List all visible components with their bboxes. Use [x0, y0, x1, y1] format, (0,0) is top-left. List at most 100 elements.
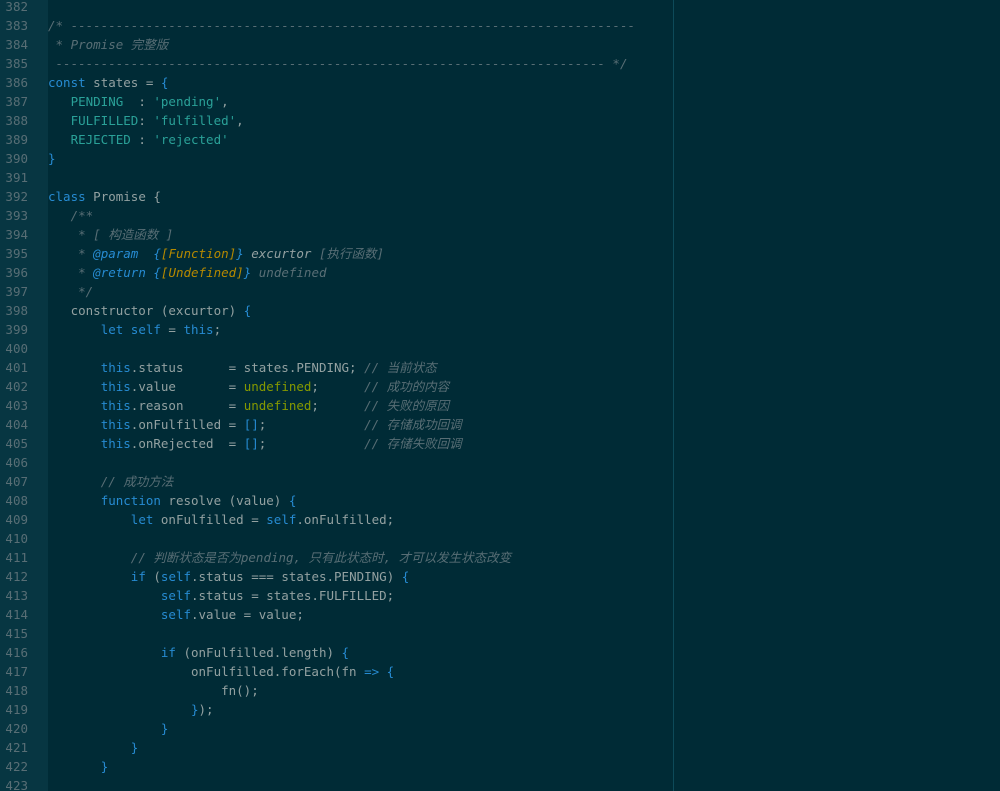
code-text[interactable]: // 判断状态是否为pending, 只有此状态时, 才可以发生状态改变 — [48, 548, 511, 567]
code-text[interactable]: this.status = states.PENDING; // 当前状态 — [48, 358, 437, 377]
line-number: 418 — [5, 683, 28, 698]
code-line[interactable]: 388 FULFILLED: 'fulfilled', — [0, 111, 1000, 130]
code-text[interactable]: this.reason = undefined; // 失败的原因 — [48, 396, 450, 415]
code-token-string: 'fulfilled' — [153, 113, 237, 128]
code-line[interactable]: 420 } — [0, 719, 1000, 738]
code-line[interactable]: 418 fn(); — [0, 681, 1000, 700]
code-text[interactable]: this.onRejected = []; // 存储失败回调 — [48, 434, 462, 453]
code-line[interactable]: 385 ------------------------------------… — [0, 54, 1000, 73]
line-number: 397 — [5, 284, 28, 299]
code-lines[interactable]: 382 383 /* -------------------------------… — [0, 0, 1000, 791]
code-text[interactable]: }); — [48, 700, 214, 719]
code-text[interactable]: let onFulfilled = self.onFulfilled; — [48, 510, 394, 529]
code-line[interactable]: 404 this.onFulfilled = []; // 存储成功回调 — [0, 415, 1000, 434]
code-line[interactable]: 406 — [0, 453, 1000, 472]
code-text[interactable]: /** — [48, 206, 94, 225]
code-line[interactable]: 382 — [0, 0, 1000, 16]
code-line[interactable]: 389 REJECTED : 'rejected' — [0, 130, 1000, 149]
code-line[interactable]: 419 }); — [0, 700, 1000, 719]
code-text[interactable]: * [ 构造函数 ] — [48, 225, 173, 244]
code-text[interactable]: function resolve (value) { — [48, 491, 297, 510]
code-text[interactable]: * Promise 完整版 — [48, 35, 169, 54]
code-text[interactable]: let self = this; — [48, 320, 221, 339]
code-line[interactable]: 386 const states = { — [0, 73, 1000, 92]
code-line[interactable]: 408 function resolve (value) { — [0, 491, 1000, 510]
code-token-plain: , — [221, 94, 229, 109]
code-line[interactable]: 410 — [0, 529, 1000, 548]
code-text[interactable]: if (self.status === states.PENDING) { — [48, 567, 409, 586]
code-text[interactable]: FULFILLED: 'fulfilled', — [48, 111, 244, 130]
code-token-plain: ; — [258, 436, 365, 451]
code-text[interactable]: } — [48, 757, 109, 776]
code-line[interactable]: 417 onFulfilled.forEach(fn => { — [0, 662, 1000, 681]
code-token-keyword: this — [100, 436, 131, 451]
code-line[interactable]: 414 self.value = value; — [0, 605, 1000, 624]
code-line[interactable]: 392 class Promise { — [0, 187, 1000, 206]
code-line[interactable]: 396 * @return {[Undefined]} undefined — [0, 263, 1000, 282]
code-line[interactable]: 423 — [0, 776, 1000, 791]
code-text[interactable]: * @param {[Function]} excurtor [执行函数] — [48, 244, 384, 263]
code-line[interactable]: 413 self.status = states.FULFILLED; — [0, 586, 1000, 605]
code-text[interactable]: const states = { — [48, 73, 168, 92]
code-line[interactable]: 402 this.value = undefined; // 成功的内容 — [0, 377, 1000, 396]
code-text[interactable]: class Promise { — [48, 187, 161, 206]
code-token-plain: .status === states.PENDING) — [191, 569, 402, 584]
code-line[interactable]: 399 let self = this; — [0, 320, 1000, 339]
code-token-keyword: self — [160, 569, 192, 584]
code-token-comment: /** — [70, 208, 94, 223]
code-line[interactable]: 387 PENDING : 'pending', — [0, 92, 1000, 111]
code-line[interactable]: 394 * [ 构造函数 ] — [0, 225, 1000, 244]
code-text[interactable]: onFulfilled.forEach(fn => { — [48, 662, 394, 681]
code-token-plain: (onFulfilled.length) — [175, 645, 342, 660]
code-text[interactable]: ----------------------------------------… — [48, 54, 628, 73]
code-token-plain: resolve (value) — [160, 493, 289, 508]
code-line[interactable]: 398 constructor (excurtor) { — [0, 301, 1000, 320]
code-line[interactable]: 409 let onFulfilled = self.onFulfilled; — [0, 510, 1000, 529]
code-editor[interactable]: 382 383 /* -------------------------------… — [0, 0, 1000, 791]
code-line[interactable]: 393 /** — [0, 206, 1000, 225]
code-text[interactable]: PENDING : 'pending', — [48, 92, 229, 111]
code-line[interactable]: 416 if (onFulfilled.length) { — [0, 643, 1000, 662]
code-line[interactable]: 407 // 成功方法 — [0, 472, 1000, 491]
code-line[interactable]: 405 this.onRejected = []; // 存储失败回调 — [0, 434, 1000, 453]
code-text[interactable]: this.value = undefined; // 成功的内容 — [48, 377, 450, 396]
code-line[interactable]: 391 — [0, 168, 1000, 187]
code-token-comment: * [ 构造函数 ] — [78, 227, 174, 242]
code-line[interactable]: 415 — [0, 624, 1000, 643]
code-text[interactable]: */ — [48, 282, 93, 301]
code-line[interactable]: 397 */ — [0, 282, 1000, 301]
code-line[interactable]: 390} — [0, 149, 1000, 168]
code-line[interactable]: 395 * @param {[Function]} excurtor [执行函数… — [0, 244, 1000, 263]
code-text[interactable]: } — [48, 149, 56, 168]
code-text[interactable]: REJECTED : 'rejected' — [48, 130, 229, 149]
code-text[interactable]: constructor (excurtor) { — [48, 301, 252, 320]
code-line[interactable]: 422 } — [0, 757, 1000, 776]
code-line[interactable]: 401 this.status = states.PENDING; // 当前状… — [0, 358, 1000, 377]
code-text[interactable]: * @return {[Undefined]} undefined — [48, 263, 326, 282]
line-number: 414 — [5, 607, 28, 622]
code-text[interactable]: /* -------------------------------------… — [48, 16, 635, 35]
code-token-keyword: let — [100, 322, 124, 337]
code-text[interactable]: if (onFulfilled.length) { — [48, 643, 349, 662]
code-line[interactable]: 412 if (self.status === states.PENDING) … — [0, 567, 1000, 586]
code-text[interactable]: this.onFulfilled = []; // 存储成功回调 — [48, 415, 462, 434]
code-text[interactable]: } — [48, 719, 169, 738]
code-line[interactable]: 421 } — [0, 738, 1000, 757]
code-text[interactable]: self.value = value; — [48, 605, 304, 624]
code-line[interactable]: 403 this.reason = undefined; // 失败的原因 — [0, 396, 1000, 415]
code-text[interactable]: // 成功方法 — [48, 472, 174, 491]
code-token-comment: ----------------------------------------… — [48, 56, 628, 71]
code-text[interactable]: fn(); — [48, 681, 259, 700]
code-token-plain: ; — [258, 417, 365, 432]
code-text[interactable]: self.status = states.FULFILLED; — [48, 586, 394, 605]
code-line[interactable]: 400 — [0, 339, 1000, 358]
code-text[interactable]: } — [48, 738, 139, 757]
code-line[interactable]: 411 // 判断状态是否为pending, 只有此状态时, 才可以发生状态改变 — [0, 548, 1000, 567]
code-line[interactable]: 383 /* ----------------------------------… — [0, 16, 1000, 35]
code-token-plain: ; — [213, 322, 222, 337]
code-line[interactable]: 384 * Promise 完整版 — [0, 35, 1000, 54]
